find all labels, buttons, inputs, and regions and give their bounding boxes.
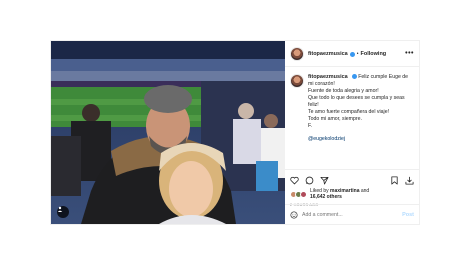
user-tag-icon[interactable]	[57, 206, 69, 218]
liker-avatars	[290, 190, 307, 198]
mention-link[interactable]: @eugekolodziej	[308, 136, 414, 143]
paper-plane-icon[interactable]	[320, 176, 329, 185]
smiley-icon[interactable]	[290, 210, 298, 219]
post-comment-button[interactable]: Post	[402, 212, 414, 218]
verified-badge-icon	[349, 52, 355, 57]
heart-icon[interactable]	[290, 176, 299, 185]
caption-username[interactable]: fitopaezmusica	[308, 74, 348, 80]
likes-conjunction: and	[360, 188, 370, 194]
caption-section: fitopaezmusica Feliz cumple Euge de mi c…	[285, 67, 419, 170]
caption-line: Fuente de toda alegria y amor!	[308, 88, 379, 94]
comment-icon[interactable]	[305, 176, 314, 185]
caption-line: Todo mi amor, siempre.	[308, 116, 362, 122]
more-options-icon[interactable]: •••	[405, 50, 414, 57]
comment-composer: Post	[285, 204, 419, 224]
caption-text: fitopaezmusica Feliz cumple Euge de mi c…	[308, 73, 414, 169]
instagram-post: fitopaezmusica • Following ••• fitopaezm…	[50, 40, 420, 225]
download-icon[interactable]	[405, 176, 414, 185]
verified-badge-icon	[351, 74, 357, 79]
bookmark-icon[interactable]	[390, 175, 399, 185]
separator-dot: •	[356, 50, 359, 57]
following-button[interactable]: Following	[361, 51, 387, 57]
likes-count-link[interactable]: 16,642 others	[310, 194, 342, 200]
avatar[interactable]	[290, 46, 304, 61]
avatar[interactable]	[290, 74, 304, 88]
action-bar	[285, 170, 419, 186]
selfie-stadium-image	[51, 41, 285, 224]
caption-line: F.	[308, 123, 313, 129]
post-sidebar: fitopaezmusica • Following ••• fitopaezm…	[285, 41, 419, 224]
caption-line: Que todo lo que desees se cumpla y seas …	[308, 95, 405, 108]
author-username[interactable]: fitopaezmusica	[308, 51, 348, 57]
likes-summary: Liked by maximartina and 16,642 others	[285, 186, 419, 200]
post-photo[interactable]	[51, 41, 285, 224]
post-header: fitopaezmusica • Following •••	[285, 41, 419, 67]
caption-line: Te amo fuerte compañera del viaje!	[308, 109, 390, 115]
comment-input[interactable]	[302, 211, 392, 218]
